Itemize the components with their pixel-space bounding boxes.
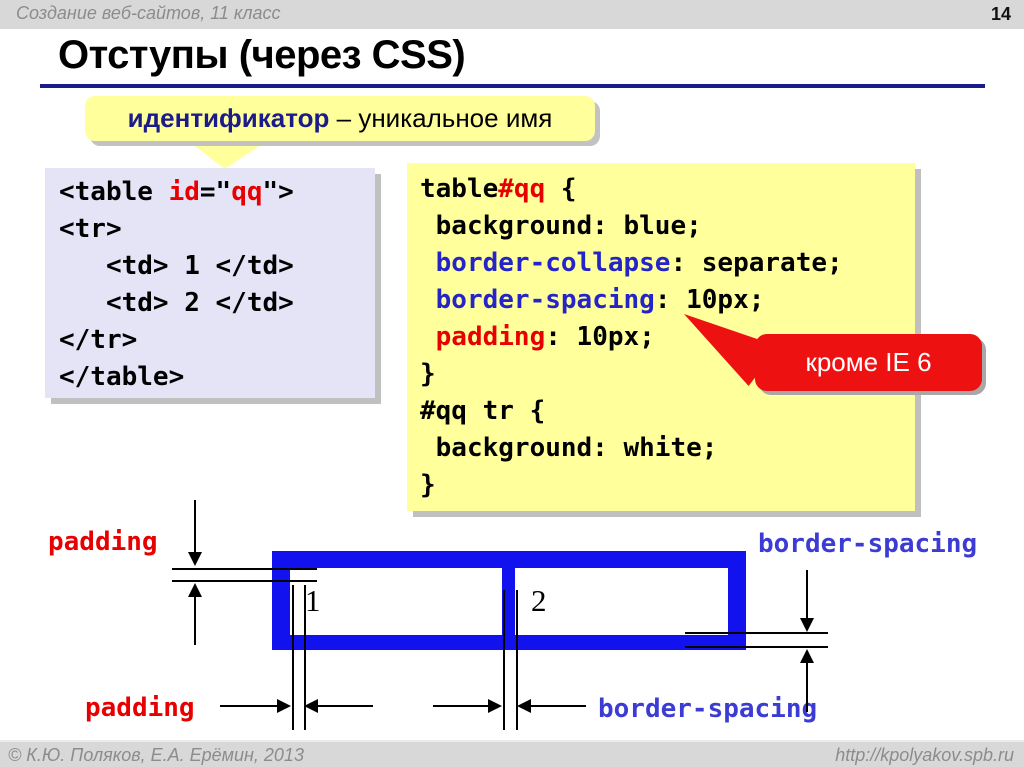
arrowhead-right-icon [488,699,502,713]
slide-title: Отступы (через CSS) [58,33,465,78]
dimension-line [685,646,828,648]
dimension-line [685,632,828,634]
padding-label-top: padding [48,527,158,557]
footer-url[interactable]: http://kpolyakov.spb.ru [835,745,1014,766]
dimension-line [220,705,277,707]
footer-bar: © К.Ю. Поляков, Е.А. Ерёмин, 2013 http:/… [0,740,1024,767]
dimension-line [806,570,808,619]
padding-label-bottom: padding [85,693,195,723]
slide: Создание веб-сайтов, 11 класс 14 Отступы… [0,0,1024,767]
diagram-cell-1 [290,568,502,635]
ie6-note-text: кроме IE 6 [805,347,931,378]
definition-term: идентификатор [128,103,330,134]
definition-callout: идентификатор – уникальное имя [85,96,595,141]
reference-line [292,585,294,730]
arrowhead-down-icon [800,618,814,632]
dimension-line [172,568,317,570]
html-code-box: <table id="qq"><tr> <td> 1 </td> <td> 2 … [45,168,375,398]
diagram-cell-2 [515,568,728,635]
footer-copyright: © К.Ю. Поляков, Е.А. Ерёмин, 2013 [8,745,304,766]
title-underline [40,84,985,88]
dimension-line [806,662,808,712]
diagram-cell-1-number: 1 [305,583,321,619]
page-number: 14 [991,4,1011,25]
definition-text: – уникальное имя [329,103,552,134]
dimension-line [531,705,586,707]
arrowhead-left-icon [304,699,318,713]
dimension-line [433,705,488,707]
border-spacing-label-bottom: border-spacing [598,694,817,724]
arrowhead-up-icon [188,583,202,597]
dimension-line [172,580,317,582]
dimension-line [318,705,373,707]
arrowhead-up-icon [800,649,814,663]
arrowhead-right-icon [277,699,291,713]
dimension-line [194,597,196,645]
dimension-line [194,500,196,553]
arrowhead-left-icon [517,699,531,713]
course-title: Создание веб-сайтов, 11 класс [16,3,281,24]
arrowhead-down-icon [188,552,202,566]
border-spacing-label-top: border-spacing [758,529,977,559]
reference-line [503,590,505,730]
header-bar: Создание веб-сайтов, 11 класс 14 [0,0,1024,29]
definition-callout-tail [186,139,270,169]
diagram-cell-2-number: 2 [531,583,547,619]
ie6-note-callout: кроме IE 6 [755,334,982,391]
